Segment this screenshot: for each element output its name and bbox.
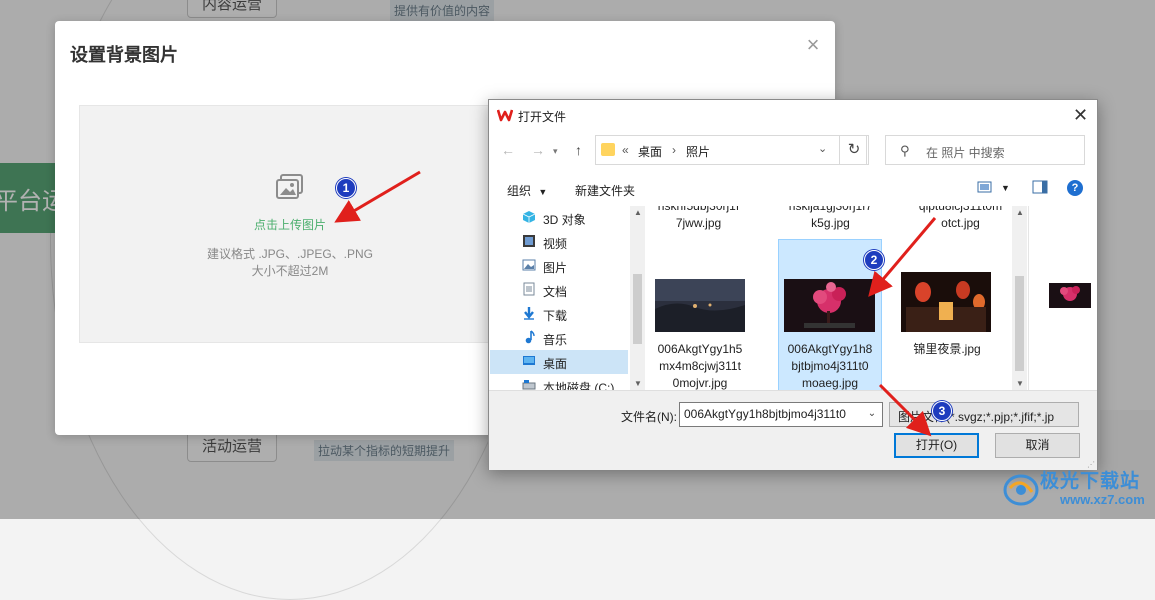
watermark-logo-icon: [1003, 474, 1039, 506]
watermark: 极光下载站 www.xz7.com: [1000, 462, 1150, 517]
arrow-2: [868, 217, 937, 297]
arrow-3: [878, 383, 932, 437]
step-marker-1: 1: [336, 178, 356, 198]
arrow-1: [334, 170, 421, 223]
watermark-url: www.xz7.com: [1060, 492, 1145, 507]
annotation-arrows: [334, 170, 937, 437]
step-marker-2: 2: [864, 250, 884, 270]
step-marker-3: 3: [932, 401, 952, 421]
watermark-name: 极光下载站: [1040, 471, 1141, 492]
